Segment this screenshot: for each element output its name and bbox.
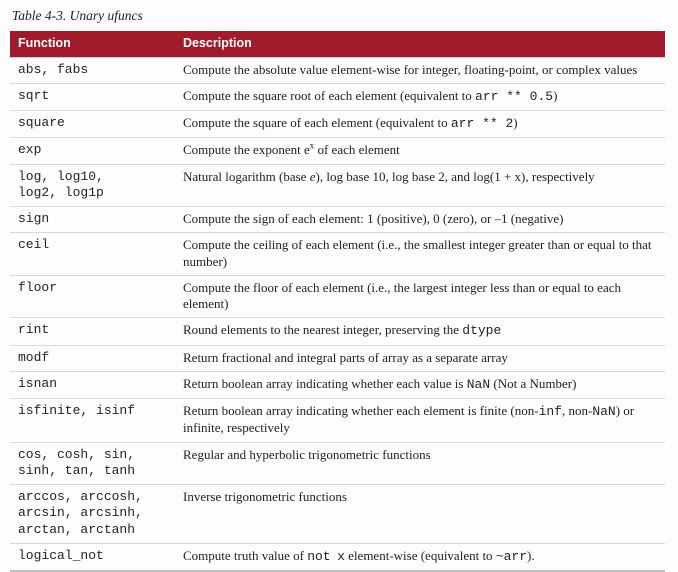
function-cell: isnan [10, 371, 175, 398]
description-cell: Return fractional and integral parts of … [175, 345, 665, 371]
function-cell: ceil [10, 233, 175, 276]
table-row: abs, fabsCompute the absolute value elem… [10, 57, 665, 83]
header-function: Function [10, 31, 175, 57]
description-cell: Compute the exponent ex of each element [175, 138, 665, 164]
function-cell: square [10, 111, 175, 138]
ufuncs-table: Function Description abs, fabsCompute th… [10, 31, 665, 572]
function-cell: isfinite, isinf [10, 399, 175, 443]
description-cell: Inverse trigonometric functions [175, 485, 665, 544]
table-row: isnanReturn boolean array indicating whe… [10, 371, 665, 398]
table-row: arccos, arccosh, arcsin, arcsinh, arctan… [10, 485, 665, 544]
description-cell: Round elements to the nearest integer, p… [175, 318, 665, 345]
function-cell: arccos, arccosh, arcsin, arcsinh, arctan… [10, 485, 175, 544]
function-cell: floor [10, 275, 175, 318]
function-cell: log, log10, log2, log1p [10, 164, 175, 207]
table-row: ceilCompute the ceiling of each element … [10, 233, 665, 276]
table-row: signCompute the sign of each element: 1 … [10, 207, 665, 233]
description-cell: Compute the floor of each element (i.e.,… [175, 275, 665, 318]
table-row: isfinite, isinfReturn boolean array indi… [10, 399, 665, 443]
table-header-row: Function Description [10, 31, 665, 57]
description-cell: Natural logarithm (base e), log base 10,… [175, 164, 665, 207]
function-cell: cos, cosh, sin, sinh, tan, tanh [10, 442, 175, 485]
table-row: floorCompute the floor of each element (… [10, 275, 665, 318]
table-row: log, log10, log2, log1pNatural logarithm… [10, 164, 665, 207]
table-row: sqrtCompute the square root of each elem… [10, 83, 665, 110]
function-cell: rint [10, 318, 175, 345]
table-row: modfReturn fractional and integral parts… [10, 345, 665, 371]
description-cell: Compute the square root of each element … [175, 83, 665, 110]
description-cell: Compute the ceiling of each element (i.e… [175, 233, 665, 276]
function-cell: abs, fabs [10, 57, 175, 83]
function-cell: modf [10, 345, 175, 371]
table-row: cos, cosh, sin, sinh, tan, tanhRegular a… [10, 442, 665, 485]
description-cell: Compute the absolute value element-wise … [175, 57, 665, 83]
description-cell: Return boolean array indicating whether … [175, 399, 665, 443]
description-cell: Compute truth value of not x element-wis… [175, 543, 665, 571]
function-cell: sqrt [10, 83, 175, 110]
table-caption: Table 4-3. Unary ufuncs [12, 8, 668, 25]
description-cell: Compute the square of each element (equi… [175, 111, 665, 138]
header-description: Description [175, 31, 665, 57]
function-cell: sign [10, 207, 175, 233]
table-row: logical_notCompute truth value of not x … [10, 543, 665, 571]
description-cell: Return boolean array indicating whether … [175, 371, 665, 398]
description-cell: Compute the sign of each element: 1 (pos… [175, 207, 665, 233]
table-row: expCompute the exponent ex of each eleme… [10, 138, 665, 164]
function-cell: logical_not [10, 543, 175, 571]
description-cell: Regular and hyperbolic trigonometric fun… [175, 442, 665, 485]
function-cell: exp [10, 138, 175, 164]
table-body: abs, fabsCompute the absolute value elem… [10, 57, 665, 571]
table-row: squareCompute the square of each element… [10, 111, 665, 138]
table-row: rintRound elements to the nearest intege… [10, 318, 665, 345]
